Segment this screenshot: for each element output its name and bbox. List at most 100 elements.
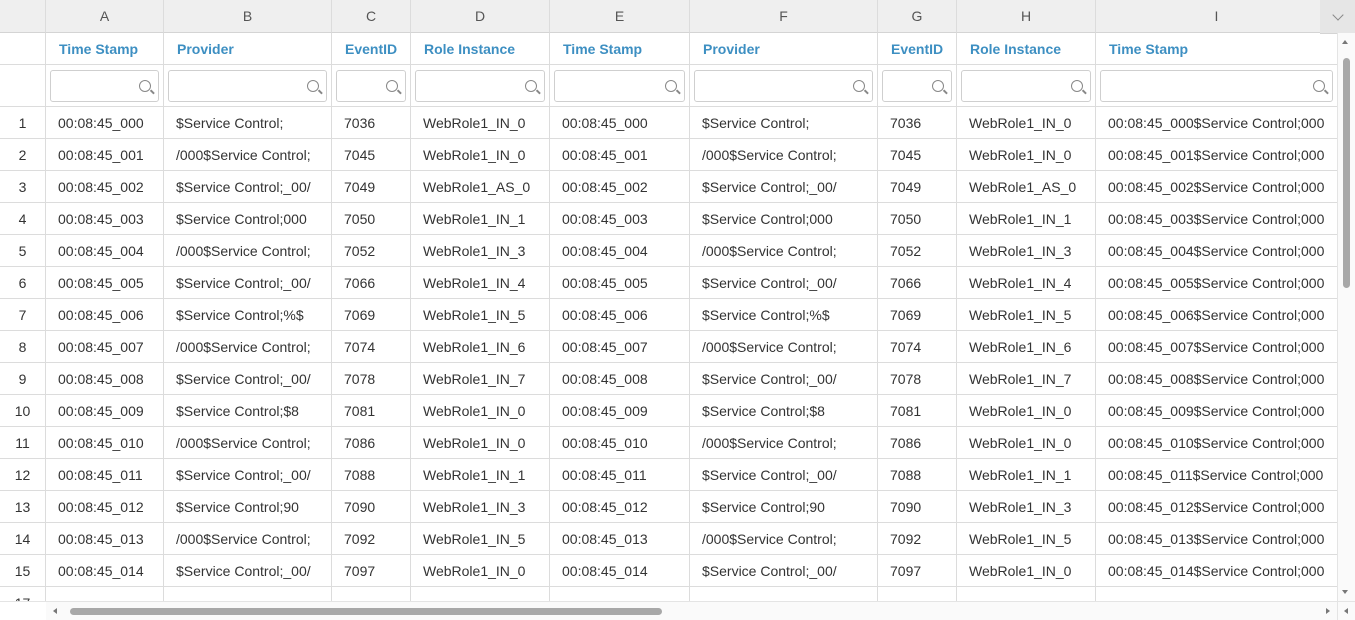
table-cell[interactable]: 7081 xyxy=(332,395,411,427)
table-cell[interactable]: 7090 xyxy=(332,491,411,523)
table-cell[interactable]: 7074 xyxy=(332,331,411,363)
columns-dropdown-button[interactable] xyxy=(1320,0,1355,34)
search-icon[interactable] xyxy=(139,79,151,92)
table-cell[interactable]: WebRole1_IN_0 xyxy=(411,555,550,587)
table-cell[interactable]: $Service Control;_00/ xyxy=(164,363,332,395)
search-icon[interactable] xyxy=(525,79,537,92)
row-number[interactable]: 1 xyxy=(0,107,46,139)
table-cell[interactable]: WebRole1_IN_3 xyxy=(957,491,1096,523)
table-cell[interactable]: WebRole1_IN_3 xyxy=(411,491,550,523)
table-cell[interactable]: 00:08:45_012 xyxy=(550,491,690,523)
table-cell[interactable]: $Service Control;_00/ xyxy=(690,459,878,491)
table-cell[interactable] xyxy=(46,587,164,601)
table-cell[interactable]: 00:08:45_014$Service Control;000 xyxy=(1096,555,1337,587)
table-cell[interactable]: 00:08:45_001$Service Control;000 xyxy=(1096,139,1337,171)
column-filter-input[interactable] xyxy=(695,70,872,101)
table-cell[interactable]: 7050 xyxy=(878,203,957,235)
row-number[interactable]: 3 xyxy=(0,171,46,203)
table-cell[interactable]: 00:08:45_000 xyxy=(550,107,690,139)
table-cell[interactable]: $Service Control;_00/ xyxy=(690,267,878,299)
row-number[interactable]: 9 xyxy=(0,363,46,395)
column-letter-b[interactable]: B xyxy=(164,0,332,33)
table-cell[interactable] xyxy=(411,587,550,601)
row-number[interactable]: 14 xyxy=(0,523,46,555)
table-cell[interactable]: $Service Control;_00/ xyxy=(690,555,878,587)
vertical-scroll-thumb[interactable] xyxy=(1343,58,1350,288)
table-cell[interactable]: /000$Service Control; xyxy=(164,139,332,171)
table-cell[interactable]: 7086 xyxy=(878,427,957,459)
table-cell[interactable]: $Service Control;$8 xyxy=(690,395,878,427)
column-letter-c[interactable]: C xyxy=(332,0,411,33)
table-cell[interactable]: 00:08:45_007 xyxy=(46,331,164,363)
table-cell[interactable]: 00:08:45_005$Service Control;000 xyxy=(1096,267,1337,299)
table-cell[interactable]: $Service Control;_00/ xyxy=(690,171,878,203)
scroll-down-icon[interactable] xyxy=(1342,590,1348,594)
table-cell[interactable]: $Service Control;_00/ xyxy=(164,459,332,491)
table-cell[interactable]: WebRole1_IN_0 xyxy=(411,427,550,459)
table-cell[interactable] xyxy=(1096,587,1337,601)
table-cell[interactable]: 00:08:45_003 xyxy=(550,203,690,235)
table-cell[interactable]: /000$Service Control; xyxy=(690,235,878,267)
column-letter-a[interactable]: A xyxy=(46,0,164,33)
table-cell[interactable] xyxy=(164,587,332,601)
column-filter-input[interactable] xyxy=(169,70,326,101)
table-cell[interactable]: WebRole1_IN_0 xyxy=(411,395,550,427)
table-cell[interactable]: $Service Control;_00/ xyxy=(690,363,878,395)
table-cell[interactable]: 7078 xyxy=(332,363,411,395)
table-cell[interactable]: 00:08:45_010 xyxy=(550,427,690,459)
table-cell[interactable]: WebRole1_IN_6 xyxy=(411,331,550,363)
table-cell[interactable]: 7036 xyxy=(332,107,411,139)
search-icon[interactable] xyxy=(386,79,398,92)
table-cell[interactable]: 00:08:45_000 xyxy=(46,107,164,139)
table-cell[interactable]: WebRole1_IN_0 xyxy=(957,395,1096,427)
scroll-right-icon[interactable] xyxy=(1326,608,1330,614)
table-cell[interactable]: 7097 xyxy=(878,555,957,587)
table-cell[interactable]: WebRole1_IN_1 xyxy=(411,459,550,491)
table-cell[interactable]: WebRole1_IN_0 xyxy=(957,555,1096,587)
table-cell[interactable]: 00:08:45_009$Service Control;000 xyxy=(1096,395,1337,427)
column-header[interactable]: Provider xyxy=(164,33,332,65)
table-cell[interactable]: $Service Control;000 xyxy=(164,203,332,235)
search-icon[interactable] xyxy=(307,79,319,92)
row-number[interactable]: 2 xyxy=(0,139,46,171)
table-cell[interactable]: 00:08:45_007$Service Control;000 xyxy=(1096,331,1337,363)
table-cell[interactable]: /000$Service Control; xyxy=(164,235,332,267)
table-cell[interactable]: 00:08:45_008$Service Control;000 xyxy=(1096,363,1337,395)
table-cell[interactable]: $Service Control;_00/ xyxy=(164,555,332,587)
row-number[interactable]: 11 xyxy=(0,427,46,459)
table-cell[interactable]: 00:08:45_007 xyxy=(550,331,690,363)
table-cell[interactable]: WebRole1_IN_1 xyxy=(957,459,1096,491)
search-icon[interactable] xyxy=(665,79,677,92)
column-filter-input[interactable] xyxy=(1101,70,1332,101)
table-cell[interactable]: WebRole1_IN_5 xyxy=(957,299,1096,331)
table-cell[interactable]: 00:08:45_010 xyxy=(46,427,164,459)
search-icon[interactable] xyxy=(1071,79,1083,92)
row-number[interactable]: 10 xyxy=(0,395,46,427)
table-cell[interactable]: 00:08:45_004 xyxy=(46,235,164,267)
table-cell[interactable]: 00:08:45_014 xyxy=(550,555,690,587)
table-cell[interactable]: $Service Control;$8 xyxy=(164,395,332,427)
table-cell[interactable]: WebRole1_IN_0 xyxy=(411,107,550,139)
table-cell[interactable]: 00:08:45_001 xyxy=(550,139,690,171)
table-cell[interactable]: 7045 xyxy=(878,139,957,171)
table-cell[interactable]: WebRole1_IN_0 xyxy=(957,107,1096,139)
table-cell[interactable]: 7081 xyxy=(878,395,957,427)
table-cell[interactable]: 00:08:45_013 xyxy=(550,523,690,555)
horizontal-scrollbar[interactable] xyxy=(46,601,1337,620)
table-cell[interactable]: 00:08:45_006 xyxy=(46,299,164,331)
table-cell[interactable]: /000$Service Control; xyxy=(164,427,332,459)
table-cell[interactable]: 00:08:45_006 xyxy=(550,299,690,331)
table-cell[interactable]: 7097 xyxy=(332,555,411,587)
vertical-scrollbar[interactable] xyxy=(1337,33,1355,601)
table-cell[interactable]: 7092 xyxy=(878,523,957,555)
table-cell[interactable]: 7069 xyxy=(332,299,411,331)
row-number[interactable]: 7 xyxy=(0,299,46,331)
table-cell[interactable]: 7090 xyxy=(878,491,957,523)
table-cell[interactable]: 7092 xyxy=(332,523,411,555)
select-all-corner[interactable] xyxy=(0,0,46,33)
table-cell[interactable]: WebRole1_IN_1 xyxy=(411,203,550,235)
table-cell[interactable]: 7069 xyxy=(878,299,957,331)
table-cell[interactable]: $Service Control;_00/ xyxy=(164,171,332,203)
table-cell[interactable]: 00:08:45_001 xyxy=(46,139,164,171)
column-header[interactable]: Time Stamp xyxy=(46,33,164,65)
